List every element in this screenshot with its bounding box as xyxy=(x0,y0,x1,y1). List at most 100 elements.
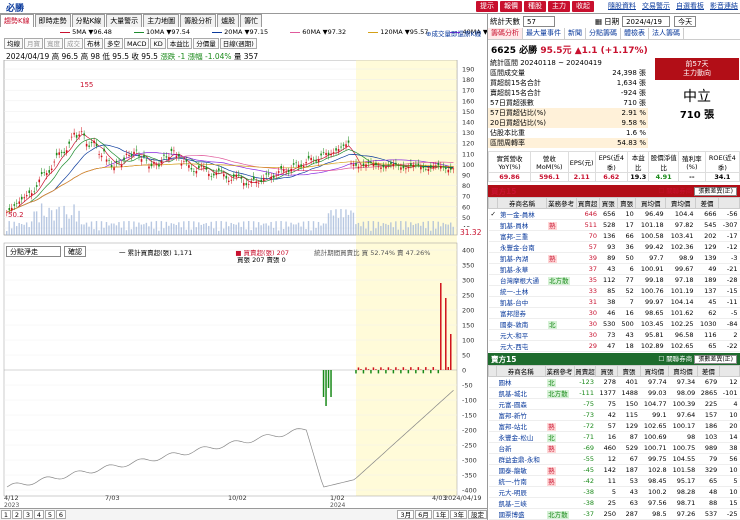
sell-row[interactable]: 富邦-新竹 -73 42 115 99.1 97.64 157 10 xyxy=(488,409,740,421)
sell-row[interactable]: 元大-明辰 -38 5 43 100.2 98.28 48 10 xyxy=(488,486,740,498)
chip-type-select[interactable]: 分點淨走 xyxy=(6,246,61,257)
sell-row[interactable]: 圓林北 -123 278 401 97.74 97.34 679 12 xyxy=(488,376,740,388)
period-1y[interactable]: 1年 xyxy=(432,510,450,519)
broker-name[interactable]: 凱基-內湖 xyxy=(497,252,546,264)
buy-row[interactable]: 國泰-敦南北 30 530 500 103.45 102.25 1030 -84 xyxy=(488,318,740,330)
confirm-button[interactable]: 確認 xyxy=(64,246,86,257)
main-force-button[interactable]: 主力 xyxy=(548,1,570,12)
collapse-button[interactable]: 收起 xyxy=(572,1,594,12)
prompt-button[interactable]: 提示 xyxy=(476,1,498,12)
deal-button[interactable]: 成交 xyxy=(64,38,83,49)
ma-button[interactable]: 均線 xyxy=(4,38,23,49)
sell-row[interactable]: 富邦-站北熟 -72 57 129 102.65 100.17 186 20 xyxy=(488,420,740,432)
tab-realtime[interactable]: 即時走勢 xyxy=(34,14,71,27)
broker-name[interactable]: 凱基-台中 xyxy=(497,296,546,308)
long-short-button[interactable]: 多空 xyxy=(104,38,123,49)
buy-row[interactable]: 台灣摩根大通 北方散 35 112 77 99.18 97.18 189 -28 xyxy=(488,274,740,286)
sell-row[interactable]: 凱基-城北 北方散 -111 1377 1488 99.03 98.09 2865 -101 xyxy=(488,387,740,399)
restore-k-note[interactable]: ⊕成交量即還原K線 xyxy=(426,28,481,38)
buy-row[interactable]: 元大-西屯 29 47 18 102.89 102.65 65 -22 xyxy=(488,340,740,352)
broker-name[interactable]: 統一-土林 xyxy=(497,285,546,297)
broker-name[interactable]: 凱基-城北 xyxy=(496,387,546,399)
date-input[interactable]: 2024/4/19 xyxy=(622,15,671,27)
buy-row[interactable]: 元大-和平 30 73 43 95.81 96.58 116 2 xyxy=(488,329,740,341)
buy-row[interactable]: 凱基-員林熟 511 528 17 101.18 97.82 545 -307 xyxy=(488,219,740,231)
sell-row[interactable]: 國票博盛 北方散 -37 250 287 98.5 97.26 537 -25 xyxy=(488,508,740,520)
sell-row[interactable]: 統一-竹南熟 -42 11 53 98.45 95.17 65 5 xyxy=(488,475,740,487)
period-settings[interactable]: 設定 xyxy=(468,510,487,519)
page-5[interactable]: 5 xyxy=(45,510,55,519)
buy-row[interactable]: 統一-土林 33 85 52 100.76 101.19 137 -15 xyxy=(488,285,740,297)
stock-button[interactable]: 種股 xyxy=(524,1,546,12)
buy-row[interactable]: ✓ 第一金-員林 646 656 10 96.49 104.4 666 -56 xyxy=(488,208,740,220)
sell-row[interactable]: 群益金鼎-永和 -55 12 67 99.75 104.55 79 56 xyxy=(488,453,740,465)
tab-branch-chip[interactable]: 分點籌碼 xyxy=(586,28,621,39)
tab-checkup[interactable]: 體檢表 xyxy=(621,28,649,39)
buy-row[interactable]: 凱基-台中 31 38 7 99.97 104.14 45 -11 xyxy=(488,296,740,308)
tab-main-map[interactable]: 主力地圖 xyxy=(143,14,180,27)
broker-name[interactable]: 永豐金-松山 xyxy=(496,431,546,443)
today-button[interactable]: 今天 xyxy=(674,15,697,27)
days-select[interactable]: 57 xyxy=(523,15,555,27)
broker-name[interactable]: 永豐金-台南 xyxy=(497,241,546,253)
tab-busy[interactable]: 籌忙 xyxy=(240,14,263,27)
page-4[interactable]: 4 xyxy=(34,510,44,519)
pe-button[interactable]: 本益比 xyxy=(166,38,193,49)
buy-row[interactable]: 富邦-三重 70 136 66 100.58 103.41 202 -17 xyxy=(488,230,740,242)
broker-name[interactable]: 元大-西屯 xyxy=(497,340,546,352)
broker-name[interactable]: 富邦-站北 xyxy=(496,420,546,432)
price-volume-button[interactable]: 分價量 xyxy=(193,38,219,49)
related-broker-toggle[interactable]: 關聯券商 xyxy=(666,355,692,363)
period-6m[interactable]: 6月 xyxy=(415,510,432,519)
broker-name[interactable]: 元大-明辰 xyxy=(496,486,546,498)
quote-button[interactable]: 報價 xyxy=(500,1,522,12)
broker-name[interactable]: 元富-圓森 xyxy=(496,398,546,410)
tab-volume-alert[interactable]: 大量警示 xyxy=(106,14,143,27)
broker-name[interactable]: 元大-和平 xyxy=(497,329,546,341)
sell-row[interactable]: 永豐金-松山北 -71 16 87 100.69 98 103 14 xyxy=(488,431,740,443)
period-3m[interactable]: 3月 xyxy=(397,510,415,519)
calendar-icon[interactable]: ▦ xyxy=(595,17,602,26)
broker-name[interactable]: 富邦-新竹 xyxy=(496,409,546,421)
video-link[interactable]: 影音連結 xyxy=(708,1,740,12)
monthly-button[interactable]: 月寶 xyxy=(24,38,43,49)
broker-name[interactable]: 富邦證券 xyxy=(497,307,546,319)
period-button[interactable]: 日線(週期) xyxy=(219,38,257,49)
broker-name[interactable]: 圓林 xyxy=(496,376,546,388)
sell-sort-select[interactable]: 張數差異(正) xyxy=(694,355,737,364)
buy-row[interactable]: 凱基-永華 37 43 6 100.91 99.67 49 -21 xyxy=(488,263,740,275)
broker-name[interactable]: 凱基-永華 xyxy=(497,263,546,275)
broker-name[interactable]: 第一金-員林 xyxy=(497,208,546,220)
buy-row[interactable]: 永豐金-台南 57 93 36 99.42 102.36 129 -12 xyxy=(488,241,740,253)
width-button[interactable]: 寬度 xyxy=(44,38,63,49)
bollinger-button[interactable]: 布林 xyxy=(84,38,103,49)
tab-trend-k[interactable]: 趨勢K線 xyxy=(0,14,34,27)
tab-max-volume[interactable]: 最大量事件 xyxy=(523,28,565,39)
broker-name[interactable]: 凱基-員林 xyxy=(497,219,546,231)
macd-button[interactable]: MACD xyxy=(124,38,150,49)
tab-stove[interactable]: 爐股 xyxy=(217,14,240,27)
sell-row[interactable]: 元富-圓森 -75 75 150 104.77 100.39 225 4 xyxy=(488,398,740,410)
broker-name[interactable]: 國泰-敦南 xyxy=(497,318,546,330)
sell-row[interactable]: 台新熟 -69 460 529 100.71 100.75 989 38 xyxy=(488,442,740,454)
tab-chip[interactable]: 籌碼分析 xyxy=(488,28,523,39)
trade-alert-link[interactable]: 交易警示 xyxy=(640,1,672,12)
tab-legal-chip[interactable]: 法人籌碼 xyxy=(649,28,684,39)
broker-name[interactable]: 群益金鼎-永和 xyxy=(496,453,546,465)
page-3[interactable]: 3 xyxy=(23,510,33,519)
buy-row[interactable]: 富邦證券 30 46 16 98.65 101.62 62 -5 xyxy=(488,307,740,319)
buy-sort-select[interactable]: 張數差異(正) xyxy=(694,187,737,196)
broker-name[interactable]: 統一-竹南 xyxy=(496,475,546,487)
page-6[interactable]: 6 xyxy=(56,510,66,519)
tab-chip-analysis[interactable]: 籌股分析 xyxy=(180,14,217,27)
kd-button[interactable]: KD xyxy=(150,38,166,49)
stock-data-link[interactable]: 隨股資料 xyxy=(606,1,638,12)
broker-name[interactable]: 富邦-三重 xyxy=(497,230,546,242)
tab-news[interactable]: 新聞 xyxy=(565,28,586,39)
related-broker-toggle[interactable]: 關聯券商 xyxy=(666,187,692,195)
sell-row[interactable]: 凱基-三峽 -38 25 63 97.56 98.71 88 15 xyxy=(488,497,740,509)
broker-name[interactable]: 國票博盛 xyxy=(496,508,546,520)
page-1[interactable]: 1 xyxy=(1,510,11,519)
tab-branch-k[interactable]: 分點K線 xyxy=(71,14,106,27)
buy-row[interactable]: 凱基-內湖熟 39 89 50 97.7 98.9 139 -3 xyxy=(488,252,740,264)
